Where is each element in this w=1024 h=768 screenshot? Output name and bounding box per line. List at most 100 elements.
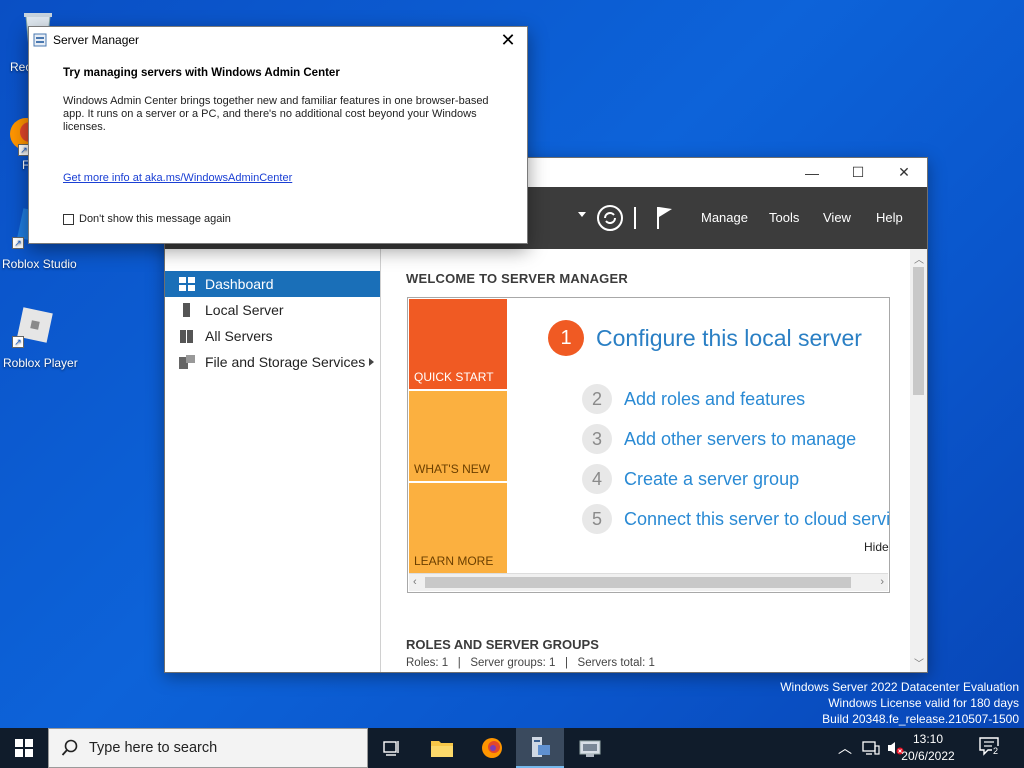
roblox-player-icon: ↗ [12, 304, 56, 348]
popup-title: Server Manager [53, 33, 140, 47]
dashboard-content: WELCOME TO SERVER MANAGER QUICK START WH… [381, 249, 927, 672]
menu-tools[interactable]: Tools [769, 187, 799, 249]
taskbar-server-manager[interactable] [516, 728, 564, 768]
show-hidden-icons-icon[interactable]: ︿ [838, 738, 852, 758]
maximize-icon: ☐ [851, 164, 865, 180]
scroll-down-icon[interactable]: ﹀ [914, 655, 924, 670]
server-manager-icon [33, 33, 47, 52]
chevron-right-icon [369, 358, 374, 366]
maximize-button[interactable]: ☐ [835, 158, 881, 187]
navigation-pane: Dashboard Local Server All Servers File … [165, 249, 381, 672]
admin-center-popup: Server Manager ✕ Try managing servers wi… [28, 26, 528, 244]
task-view-button[interactable] [368, 728, 416, 768]
taskbar-file-explorer[interactable] [418, 728, 466, 768]
horizontal-scrollbar[interactable]: ‹ › [409, 573, 888, 591]
search-icon [61, 739, 78, 756]
flag-icon[interactable] [655, 205, 675, 234]
os-watermark: Windows Server 2022 Datacenter Evaluatio… [780, 679, 1019, 727]
taskbar-remote-app[interactable] [566, 728, 614, 768]
taskbar-clock[interactable]: 13:10 20/6/2022 [893, 731, 963, 765]
step-label: Create a server group [624, 468, 800, 489]
clock-time: 13:10 [912, 732, 944, 746]
dont-show-checkbox[interactable]: Don't show this message again [63, 213, 231, 225]
tile-whats-new[interactable]: WHAT'S NEW [409, 391, 507, 481]
step-number: 5 [582, 504, 612, 534]
step-add-servers[interactable]: 3 Add other servers to manage [582, 424, 856, 454]
notification-center-button[interactable]: 2 [978, 736, 1008, 760]
server-manager-body: Dashboard Local Server All Servers File … [165, 249, 927, 672]
vertical-scrollbar[interactable]: ︿ ﹀ [910, 249, 927, 672]
server-manager-icon [532, 737, 550, 757]
nav-item-dashboard[interactable]: Dashboard [165, 271, 380, 297]
search-placeholder: Type here to search [89, 740, 218, 756]
watermark-line: Build 20348.fe_release.210507-1500 [822, 712, 1019, 726]
folder-icon [431, 741, 453, 757]
popup-close-button[interactable]: ✕ [493, 27, 523, 53]
shortcut-arrow-icon: ↗ [12, 336, 24, 348]
all-servers-icon [179, 329, 195, 343]
firefox-icon [482, 738, 502, 758]
refresh-icon[interactable] [597, 205, 623, 231]
network-icon[interactable] [862, 740, 880, 756]
step-label: Add other servers to manage [624, 428, 857, 449]
local-server-icon [179, 303, 195, 317]
taskbar: Type here to search ︿ 13:10 20/6/2022 2 [0, 728, 1024, 768]
close-icon: ✕ [500, 29, 516, 50]
windows-logo-icon [15, 739, 33, 757]
nav-item-all-servers[interactable]: All Servers [165, 323, 380, 349]
step-connect-cloud[interactable]: 5 Connect this server to cloud services [582, 504, 890, 534]
watermark-line: Windows License valid for 180 days [828, 696, 1019, 710]
step-number: 2 [582, 384, 612, 414]
start-button[interactable] [0, 728, 48, 768]
nav-item-local-server[interactable]: Local Server [165, 297, 380, 323]
menu-manage[interactable]: Manage [701, 187, 748, 249]
task-view-icon [383, 741, 399, 756]
taskbar-firefox[interactable] [468, 728, 516, 768]
tile-learn-more[interactable]: LEARN MORE [409, 483, 507, 573]
step-label: Configure this local server [596, 324, 862, 351]
menu-help[interactable]: Help [876, 187, 903, 249]
hide-link[interactable]: Hide [864, 540, 889, 554]
step-create-group[interactable]: 4 Create a server group [582, 464, 799, 494]
taskbar-search[interactable]: Type here to search [48, 728, 368, 768]
close-button[interactable]: ✕ [881, 158, 927, 187]
quick-start-panel: QUICK START WHAT'S NEW LEARN MORE 1 Conf… [407, 297, 890, 593]
step-label: Add roles and features [624, 388, 806, 409]
desktop-icon-label: Roblox Studio [2, 257, 77, 271]
step-label: Connect this server to cloud services [624, 508, 890, 529]
watermark-line: Windows Server 2022 Datacenter Evaluatio… [780, 680, 1019, 694]
minimize-icon: — [805, 164, 819, 181]
monitor-app-icon [579, 740, 601, 757]
checkbox-box[interactable] [63, 213, 74, 225]
step-add-roles[interactable]: 2 Add roles and features [582, 384, 805, 414]
desktop-icon-roblox-player[interactable]: ↗ Roblox Player [0, 304, 78, 370]
nav-item-label: File and Storage Services [205, 354, 366, 370]
step-number: 4 [582, 464, 612, 494]
roles-title: ROLES AND SERVER GROUPS [406, 637, 599, 652]
tile-quick-start[interactable]: QUICK START [409, 299, 507, 389]
notification-badge: 2 [992, 746, 1000, 756]
popup-body: Windows Admin Center brings together new… [63, 95, 489, 133]
scroll-up-icon[interactable]: ︿ [914, 251, 924, 266]
nav-item-label: Dashboard [205, 276, 274, 292]
scroll-right-icon[interactable]: › [880, 576, 884, 588]
file-storage-icon [179, 355, 195, 369]
scrollbar-thumb[interactable] [913, 267, 924, 395]
tile-label: WHAT'S NEW [414, 462, 491, 476]
step-configure-local-server[interactable]: 1 Configure this local server [548, 320, 862, 356]
step-number: 1 [548, 320, 584, 356]
scroll-left-icon[interactable]: ‹ [413, 576, 417, 588]
shortcut-arrow-icon: ↗ [12, 237, 24, 249]
menu-view[interactable]: View [823, 187, 851, 249]
dropdown-arrow-icon[interactable] [578, 212, 586, 217]
clock-date: 20/6/2022 [901, 749, 955, 763]
roles-summary: Roles: 1 | Server groups: 1 | Servers to… [406, 657, 655, 669]
nav-item-label: All Servers [205, 328, 273, 344]
admin-center-link[interactable]: Get more info at aka.ms/WindowsAdminCent… [63, 172, 292, 184]
welcome-title: WELCOME TO SERVER MANAGER [406, 271, 628, 286]
minimize-button[interactable]: — [789, 158, 835, 187]
nav-item-file-storage[interactable]: File and Storage Services [165, 349, 380, 375]
tile-label: QUICK START [414, 370, 494, 384]
scrollbar-thumb[interactable] [425, 577, 851, 588]
close-icon: ✕ [898, 164, 910, 180]
